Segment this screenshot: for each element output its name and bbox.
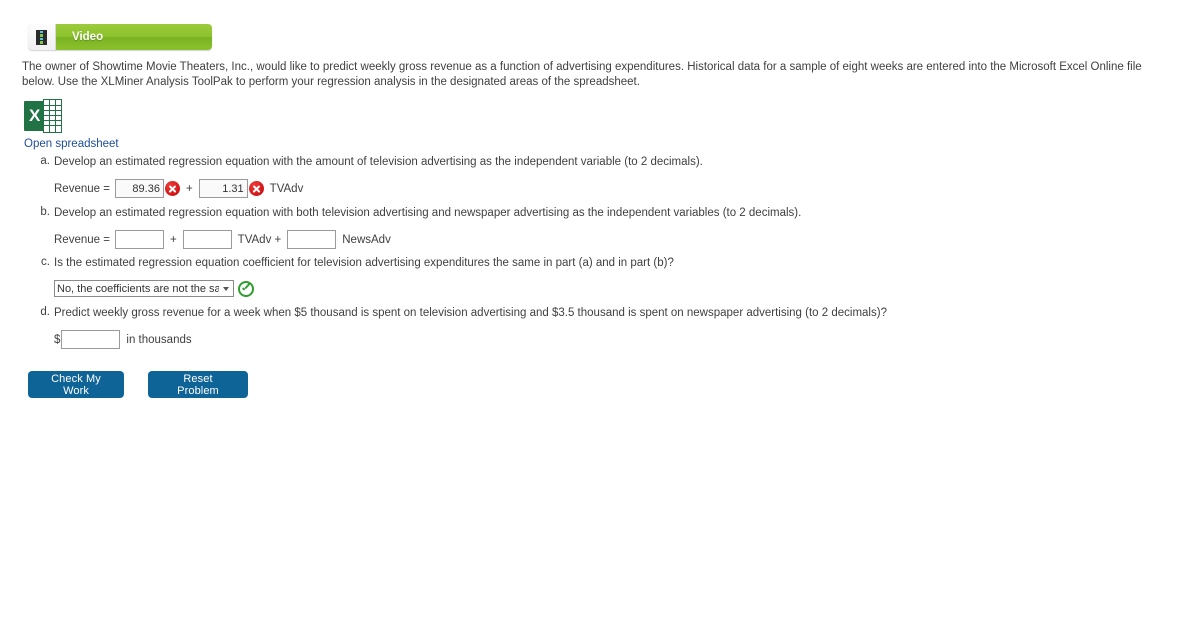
part-d-question: Predict weekly gross revenue for a week … xyxy=(54,307,887,319)
part-a-equation-label: Revenue = xyxy=(54,182,110,195)
part-b-letter: b. xyxy=(40,206,50,218)
part-a-variable-label: TVAdv xyxy=(269,182,304,195)
part-b-equation-label: Revenue = xyxy=(54,233,110,246)
part-b-tv-variable-label: TVAdv + xyxy=(237,233,282,246)
excel-file-icon: X xyxy=(24,99,62,133)
intro-paragraph: The owner of Showtime Movie Theaters, In… xyxy=(22,61,1142,88)
part-b-news-variable-label: NewsAdv xyxy=(342,233,391,246)
part-b-plus-sign-1: + xyxy=(169,233,177,246)
part-a-letter: a. xyxy=(40,155,50,167)
part-a-question: Develop an estimated regression equation… xyxy=(54,156,703,168)
correct-icon xyxy=(238,280,254,297)
question-part-a: a. Develop an estimated regression equat… xyxy=(38,155,1158,198)
part-b-intercept-input[interactable] xyxy=(114,230,164,249)
action-button-row: Check My Work Reset Problem xyxy=(28,371,248,398)
part-d-units-label: in thousands xyxy=(126,333,192,346)
part-a-slope-input[interactable] xyxy=(198,179,248,198)
part-c-answer-dropdown[interactable]: No, the coefficients are not the same xyxy=(54,280,234,297)
part-b-answer-row: Revenue = + TVAdv + NewsAdv xyxy=(54,230,1158,249)
part-c-question: Is the estimated regression equation coe… xyxy=(54,257,674,269)
video-icon-container xyxy=(28,24,56,50)
open-spreadsheet-link[interactable]: Open spreadsheet xyxy=(24,138,119,150)
question-part-b: b. Develop an estimated regression equat… xyxy=(38,206,1158,249)
part-d-answer-row: $ in thousands xyxy=(54,330,1158,349)
currency-symbol: $ xyxy=(54,333,61,346)
incorrect-icon xyxy=(164,181,180,196)
check-my-work-button[interactable]: Check My Work xyxy=(28,371,124,398)
part-c-letter: c. xyxy=(41,256,50,268)
part-b-tv-coefficient-input[interactable] xyxy=(182,230,232,249)
chevron-down-icon xyxy=(223,286,229,291)
reset-problem-button[interactable]: Reset Problem xyxy=(148,371,248,398)
film-strip-icon xyxy=(36,29,47,45)
part-c-answer-row: No, the coefficients are not the same xyxy=(54,280,1158,297)
part-a-answer-row: Revenue = + TVAdv xyxy=(54,179,1158,198)
part-d-letter: d. xyxy=(40,306,50,318)
part-b-news-coefficient-input[interactable] xyxy=(287,230,337,249)
part-d-revenue-input[interactable] xyxy=(61,330,121,349)
question-part-c: c. Is the estimated regression equation … xyxy=(38,256,1158,297)
video-badge[interactable]: Video xyxy=(28,24,212,50)
part-c-selected-option: No, the coefficients are not the same xyxy=(57,282,219,295)
video-badge-label: Video xyxy=(72,31,104,43)
open-spreadsheet-block[interactable]: X Open spreadsheet xyxy=(24,99,119,150)
excel-icon-letter: X xyxy=(29,106,41,125)
part-a-plus-sign: + xyxy=(185,182,193,195)
part-a-intercept-input[interactable] xyxy=(114,179,164,198)
question-part-d: d. Predict weekly gross revenue for a we… xyxy=(38,306,1158,349)
incorrect-icon xyxy=(248,181,264,196)
part-b-question: Develop an estimated regression equation… xyxy=(54,207,802,219)
